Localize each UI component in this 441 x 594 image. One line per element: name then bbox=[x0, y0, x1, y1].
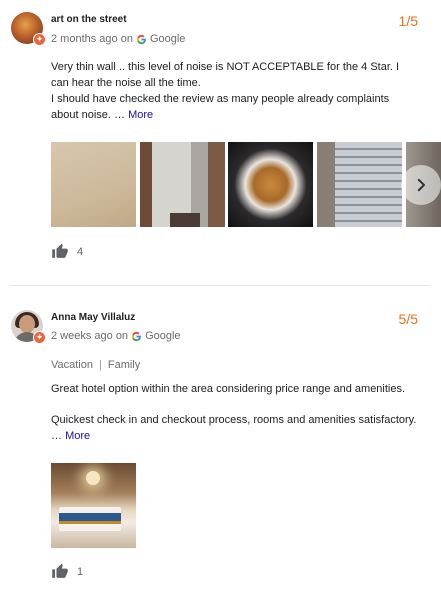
review-text: Very thin wall .. this level of noise is… bbox=[51, 59, 416, 123]
review-rating: 5/5 bbox=[398, 311, 418, 327]
local-guide-badge-icon: ✦ bbox=[33, 331, 46, 344]
more-link[interactable]: More bbox=[128, 109, 153, 121]
trip-type: Vacation bbox=[51, 359, 93, 371]
photo-buildings[interactable] bbox=[317, 142, 402, 227]
review-body: Quickest check in and checkout process, … bbox=[51, 414, 417, 442]
like-count: 1 bbox=[77, 565, 84, 578]
travel-group: Family bbox=[107, 359, 141, 371]
review-body: Very thin wall .. this level of noise is… bbox=[51, 61, 400, 121]
local-guide-badge-icon: ✦ bbox=[33, 33, 46, 46]
review-text: Quickest check in and checkout process, … bbox=[51, 412, 421, 444]
photo-hotel-room[interactable] bbox=[51, 463, 136, 548]
review-card: ✦ art on the street 2 months ago on Goog… bbox=[0, 0, 441, 285]
photo-window-view[interactable] bbox=[140, 142, 225, 227]
more-link[interactable]: More bbox=[65, 430, 90, 442]
thumbs-up-icon bbox=[52, 243, 68, 258]
like-button[interactable]: 4 bbox=[51, 243, 83, 260]
chevron-right-icon bbox=[417, 178, 425, 192]
review-meta: 2 months ago on Google bbox=[51, 33, 185, 45]
review-time: 2 months ago on bbox=[51, 33, 133, 45]
like-button[interactable]: 1 bbox=[51, 563, 83, 580]
review-card: ✦ Anna May Villaluz 2 weeks ago on Googl… bbox=[0, 295, 441, 594]
like-count: 4 bbox=[77, 245, 84, 258]
next-photo-button[interactable] bbox=[401, 165, 441, 205]
trip-info: Vacation | Family bbox=[51, 359, 141, 371]
photo-food-plate[interactable] bbox=[228, 142, 313, 227]
reviewer-name[interactable]: Anna May Villaluz bbox=[51, 312, 135, 323]
review-source: Google bbox=[145, 330, 181, 342]
reviewer-name[interactable]: art on the street bbox=[51, 14, 127, 25]
photo-wall[interactable] bbox=[51, 142, 136, 227]
review-body: Great hotel option within the area consi… bbox=[51, 383, 406, 395]
review-divider bbox=[10, 285, 430, 286]
review-rating: 1/5 bbox=[398, 13, 418, 29]
google-g-icon bbox=[136, 34, 146, 44]
review-time: 2 weeks ago on bbox=[51, 330, 129, 342]
review-source: Google bbox=[149, 33, 186, 45]
google-g-icon bbox=[131, 331, 141, 341]
review-meta: 2 weeks ago on Google bbox=[51, 330, 181, 342]
thumbs-up-icon bbox=[52, 563, 68, 578]
photo-strip bbox=[51, 142, 441, 227]
